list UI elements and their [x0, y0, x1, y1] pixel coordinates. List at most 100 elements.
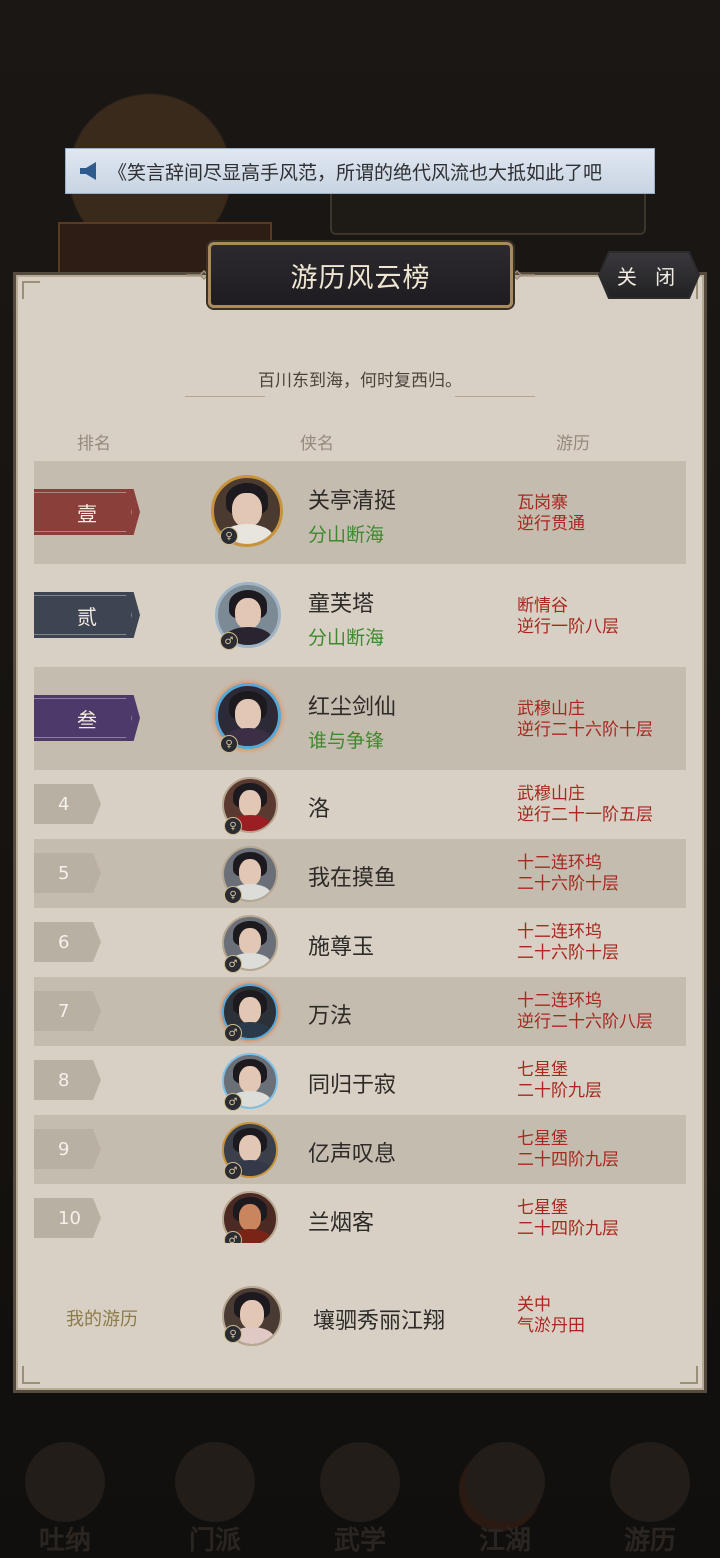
title-ornament-right-icon [513, 270, 535, 280]
ranking-row-4[interactable]: 4 ♀ 洛 武穆山庄 逆行二十一阶五层 [34, 770, 686, 839]
ranking-row-10[interactable]: 10 ♂ 兰烟客 七星堡 二十四阶九层 [34, 1184, 686, 1243]
rank-tag: 贰 [34, 592, 140, 638]
hero-name: 红尘剑仙 [308, 695, 397, 720]
nav-label: 武学 [333, 1526, 386, 1556]
hero-name: 亿声叹息 [308, 1142, 397, 1167]
jianghu-icon [465, 1442, 545, 1522]
nav-label: 游历 [623, 1526, 676, 1556]
hero-name: 童芙塔 [308, 592, 375, 617]
divider [185, 396, 265, 397]
gender-badge-icon: ♀ [224, 886, 242, 904]
ranking-row-8[interactable]: 8 ♂ 同归于寂 七星堡 二十阶九层 [34, 1046, 686, 1115]
panel-title-plate: 游历风云榜 [208, 242, 513, 308]
sect-icon [175, 1442, 255, 1522]
gender-badge-icon: ♂ [224, 1162, 242, 1180]
gender-badge-icon: ♂ [224, 955, 242, 973]
travel-progress: 二十四阶九层 [517, 1219, 619, 1239]
nav-label: 江湖 [478, 1526, 531, 1556]
ranking-row-2[interactable]: 贰 ♂ 童芙塔 分山断海 断情谷 逆行一阶八层 [34, 564, 686, 667]
hero-name: 洛 [308, 797, 331, 822]
travel-location: 武穆山庄 [517, 699, 585, 719]
ranking-row-7[interactable]: 7 ♂ 万法 十二连环坞 逆行二十六阶八层 [34, 977, 686, 1046]
travel-location: 断情谷 [517, 596, 568, 616]
gender-badge-icon: ♀ [224, 1325, 242, 1343]
travel-location: 瓦岗寨 [517, 493, 568, 513]
my-location: 关中 气淤丹田 [517, 1295, 585, 1337]
ranking-row-3[interactable]: 叁 ♀ 红尘剑仙 谁与争锋 武穆山庄 逆行二十六阶十层 [34, 667, 686, 770]
ranking-list[interactable]: 壹 ♀ 关亭清挺 分山断海 瓦岗寨 逆行贯通 贰 ♂ 童芙塔 分山断海 断情谷 … [34, 461, 686, 1243]
nav-label: 门派 [188, 1526, 241, 1556]
gender-badge-icon: ♀ [220, 527, 238, 545]
nav-youli[interactable]: 游历 [590, 1430, 710, 1558]
ranking-row-6[interactable]: 6 ♂ 施尊玉 十二连环坞 二十六阶十层 [34, 908, 686, 977]
speaker-icon [74, 161, 108, 181]
travel-location: 七星堡 [517, 1129, 568, 1149]
gender-badge-icon: ♂ [224, 1231, 242, 1243]
corner-ornament [22, 1366, 40, 1384]
hero-name: 同归于寂 [308, 1073, 397, 1098]
header-hero: 侠名 [300, 434, 334, 454]
travel-progress: 逆行二十六阶八层 [517, 1012, 653, 1032]
hero-name: 兰烟客 [308, 1211, 375, 1236]
hero-title: 谁与争锋 [308, 730, 385, 752]
travel-progress: 逆行二十一阶五层 [517, 805, 653, 825]
panel-subtitle: 百川东到海，何时复西归。 [258, 371, 462, 391]
travel-location: 七星堡 [517, 1060, 568, 1080]
gender-badge-icon: ♂ [224, 1024, 242, 1042]
header-rank: 排名 [77, 434, 111, 454]
panel-title: 游历风云榜 [290, 262, 431, 294]
my-name: 壤驷秀丽江翔 [313, 1309, 446, 1334]
travel-location: 十二连环坞 [517, 991, 602, 1011]
nav-wuxue[interactable]: 武学 [300, 1430, 420, 1558]
travel-location: 七星堡 [517, 1198, 568, 1218]
announcement-marquee: 《笑言辞间尽显高手风范，所谓的绝代风流也大抵如此了吧 [65, 148, 655, 194]
marquee-text: 《笑言辞间尽显高手风范，所谓的绝代风流也大抵如此了吧 [108, 161, 603, 184]
corner-ornament [680, 1366, 698, 1384]
rank-tag: 壹 [34, 489, 140, 535]
rank-number: 9 [34, 1129, 101, 1169]
gender-badge-icon: ♀ [220, 735, 238, 753]
hero-title: 分山断海 [308, 627, 385, 649]
nav-menpai[interactable]: 门派 [155, 1430, 275, 1558]
hero-name: 施尊玉 [308, 935, 375, 960]
travel-progress: 二十四阶九层 [517, 1150, 619, 1170]
rank-number: 4 [34, 784, 101, 824]
hero-name: 我在摸鱼 [308, 866, 397, 891]
travel-progress: 逆行一阶八层 [517, 617, 619, 637]
hero-name: 关亭清挺 [308, 489, 397, 514]
hero-title: 分山断海 [308, 524, 385, 546]
travel-location: 十二连环坞 [517, 922, 602, 942]
travel-location: 十二连环坞 [517, 853, 602, 873]
corner-ornament [22, 281, 40, 299]
travel-progress: 二十阶九层 [517, 1081, 602, 1101]
ranking-row-5[interactable]: 5 ♀ 我在摸鱼 十二连环坞 二十六阶十层 [34, 839, 686, 908]
ranking-row-9[interactable]: 9 ♂ 亿声叹息 七星堡 二十四阶九层 [34, 1115, 686, 1184]
my-location-status: 气淤丹田 [517, 1316, 585, 1336]
martial-arts-icon [320, 1442, 400, 1522]
rank-tag: 叁 [34, 695, 140, 741]
rank-number: 6 [34, 922, 101, 962]
gender-badge-icon: ♂ [220, 632, 238, 650]
nav-tuna[interactable]: 吐纳 [5, 1430, 125, 1558]
travel-icon [610, 1442, 690, 1522]
travel-progress: 逆行二十六阶十层 [517, 720, 653, 740]
travel-location: 武穆山庄 [517, 784, 585, 804]
title-ornament-left-icon [186, 270, 208, 280]
divider [455, 396, 535, 397]
close-button[interactable]: 关 闭 [598, 251, 700, 299]
hero-name: 万法 [308, 1004, 353, 1029]
my-location-name: 关中 [517, 1295, 551, 1315]
close-button-label: 关 闭 [616, 264, 682, 289]
ranking-row-1[interactable]: 壹 ♀ 关亭清挺 分山断海 瓦岗寨 逆行贯通 [34, 461, 686, 564]
tuna-icon [25, 1442, 105, 1522]
header-travel: 游历 [556, 434, 590, 454]
my-travel-label: 我的游历 [66, 1309, 138, 1330]
travel-progress: 二十六阶十层 [517, 943, 619, 963]
rank-number: 8 [34, 1060, 101, 1100]
nav-jianghu[interactable]: 江湖 [445, 1430, 565, 1558]
rank-number: 10 [34, 1198, 101, 1238]
nav-label: 吐纳 [38, 1526, 91, 1556]
travel-progress: 二十六阶十层 [517, 874, 619, 894]
gender-badge-icon: ♀ [224, 817, 242, 835]
gender-badge-icon: ♂ [224, 1093, 242, 1111]
